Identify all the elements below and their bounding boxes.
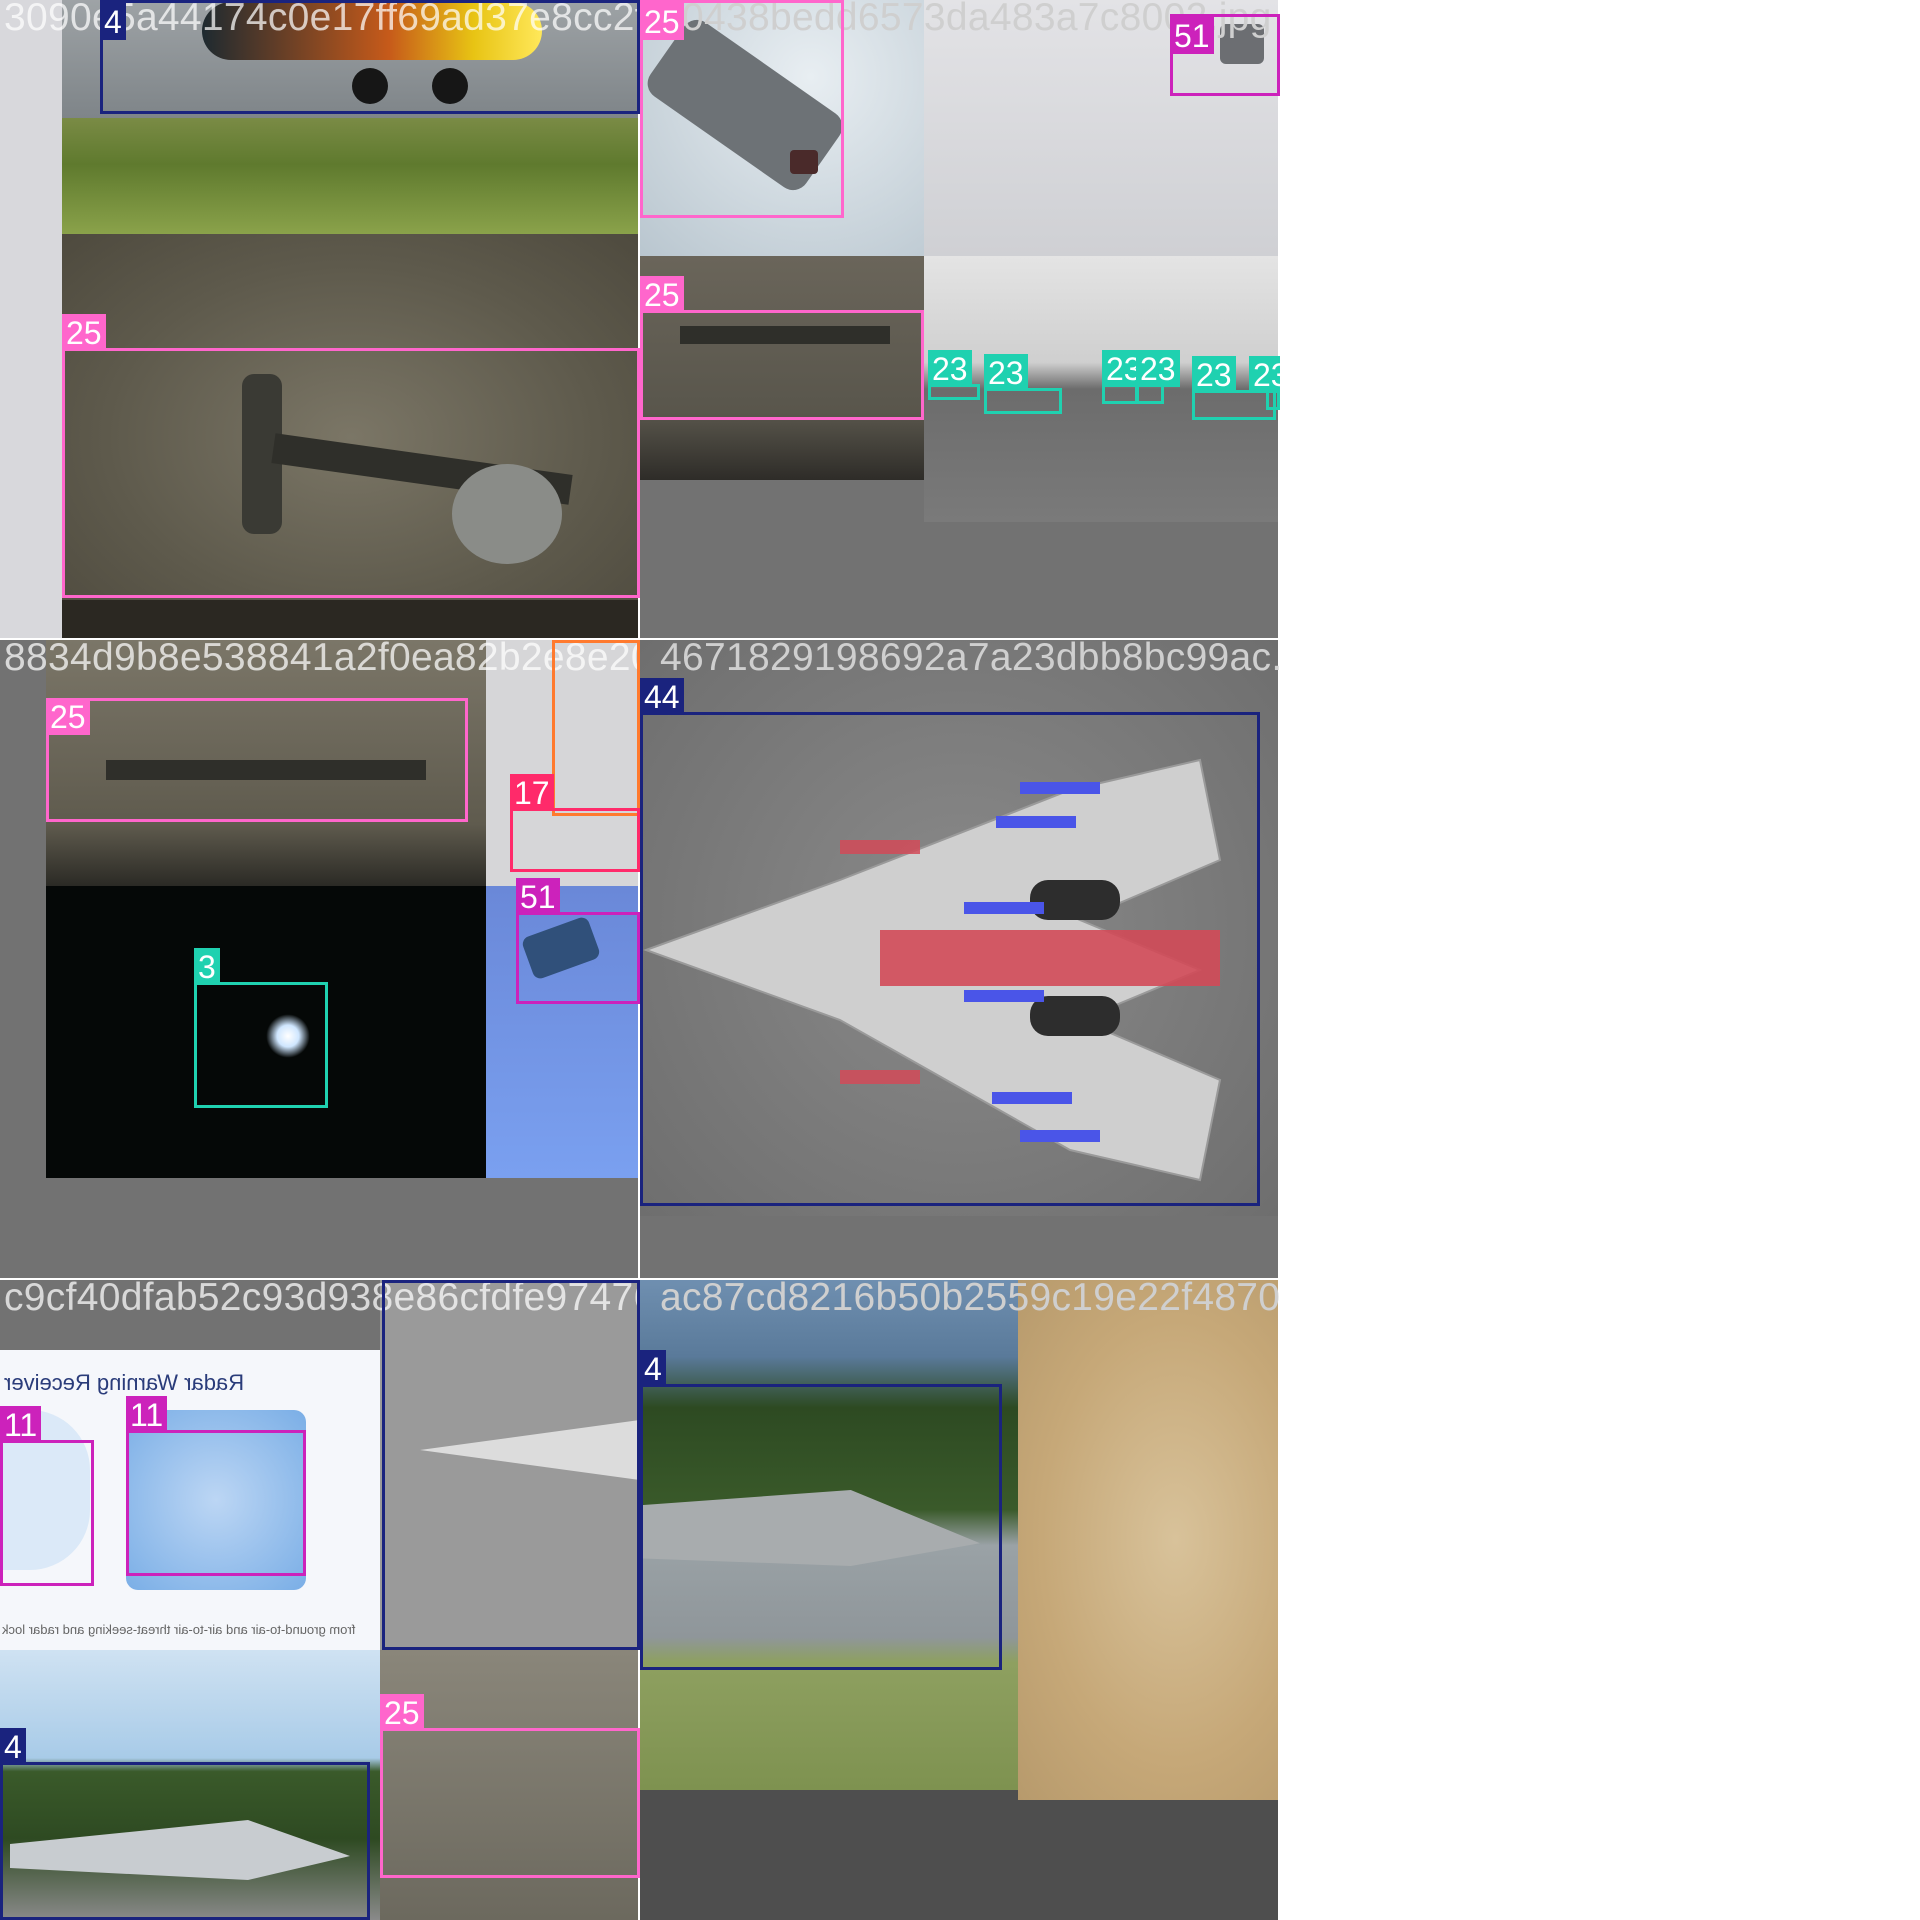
filename-label: ac87cd8216b50b2559c19e22f4870d5d.jpg <box>660 1280 1280 1319</box>
detection-box: 18 <box>552 640 640 816</box>
detection-label: 17 <box>510 774 554 811</box>
detection-box: 51 <box>1170 14 1280 96</box>
detection-label: 25 <box>46 698 90 735</box>
detection-box: 23 <box>1136 350 1180 404</box>
detection-label: 11 <box>0 1406 42 1443</box>
detection-box: 25 <box>380 1694 640 1878</box>
detection-label: 25 <box>640 276 684 313</box>
detection-box: 3 <box>194 948 328 1108</box>
tile-divider <box>1278 0 1280 1920</box>
detection-label: 11 <box>126 1396 168 1433</box>
detection-box: 44 <box>382 1280 640 1650</box>
poster-caption-bottom: from ground-to-air and air-to-air threat… <box>2 1622 356 1637</box>
photo-desert-sat <box>1018 1280 1280 1800</box>
detection-box: 11 <box>0 1406 94 1586</box>
mosaic-tile-3a: Radar Warning Receiver from ground-to-ai… <box>0 1280 640 1920</box>
detection-label: 44 <box>640 678 684 715</box>
detection-box: 25 <box>62 314 640 598</box>
detection-box: 4 <box>100 0 640 114</box>
detection-label: 23 <box>1192 356 1236 393</box>
detection-box: 11 <box>126 1396 306 1576</box>
mosaic-tile-3b: ac87cd8216b50b2559c19e22f4870d5d.jpg 4 <box>640 1280 1280 1920</box>
detection-label: 4 <box>0 1728 26 1765</box>
detection-box: 51 <box>516 878 640 1004</box>
detection-label: 51 <box>1170 17 1214 54</box>
detection-label: 25 <box>640 3 684 40</box>
mosaic-tile-1a: 3090e5a44174c0e17ff69ad37e8cc2f0.jpg 4 2… <box>0 0 640 640</box>
detection-label: 23 <box>1249 356 1280 393</box>
detection-label: 44 <box>382 1280 426 1283</box>
filename-label: 4671829198692a7a23dbb8bc99ac.jpg <box>660 640 1280 679</box>
detection-label: 51 <box>516 878 560 915</box>
detection-box: 25 <box>46 698 468 822</box>
detection-label: 4 <box>640 1350 666 1387</box>
detection-label: 25 <box>380 1694 424 1731</box>
mosaic-tile-1b: d0438bedd6573da483a7c8002.jpg 25 51 25 2… <box>640 0 1280 640</box>
detection-box: 4 <box>0 1728 370 1920</box>
detection-box: 23 <box>1102 350 1146 404</box>
detection-box: 25 <box>640 276 924 420</box>
poster-caption-top: Radar Warning Receiver <box>4 1370 245 1395</box>
detection-box: 17 <box>510 774 640 872</box>
detection-box: 23 <box>984 354 1062 414</box>
filename-label: 8834d9b8e538841a2f0ea82b2e8e20a5.jpg <box>4 640 640 679</box>
detection-label: 25 <box>62 314 106 351</box>
detection-box: 25 <box>640 0 844 218</box>
detection-label: 23 <box>928 350 972 387</box>
detection-box: 4 <box>640 1350 1002 1670</box>
ground-strip <box>62 600 640 640</box>
mosaic-tile-2b: 4671829198692a7a23dbb8bc99ac.jpg 44 <box>640 640 1280 1280</box>
detection-label: 3 <box>194 948 220 985</box>
detection-box: 44 <box>640 678 1260 1206</box>
detection-label: 23 <box>984 354 1028 391</box>
detection-box: 23 <box>1192 356 1276 420</box>
detection-label: 18 <box>552 640 596 643</box>
detection-box: 23 <box>1249 356 1280 410</box>
photo-grass <box>62 118 640 234</box>
mosaic-tile-2a: 8834d9b8e538841a2f0ea82b2e8e20a5.jpg 18 … <box>0 640 640 1280</box>
detection-label: 23 <box>1136 350 1180 387</box>
detection-label: 4 <box>100 3 126 40</box>
detection-box: 23 <box>928 350 980 400</box>
